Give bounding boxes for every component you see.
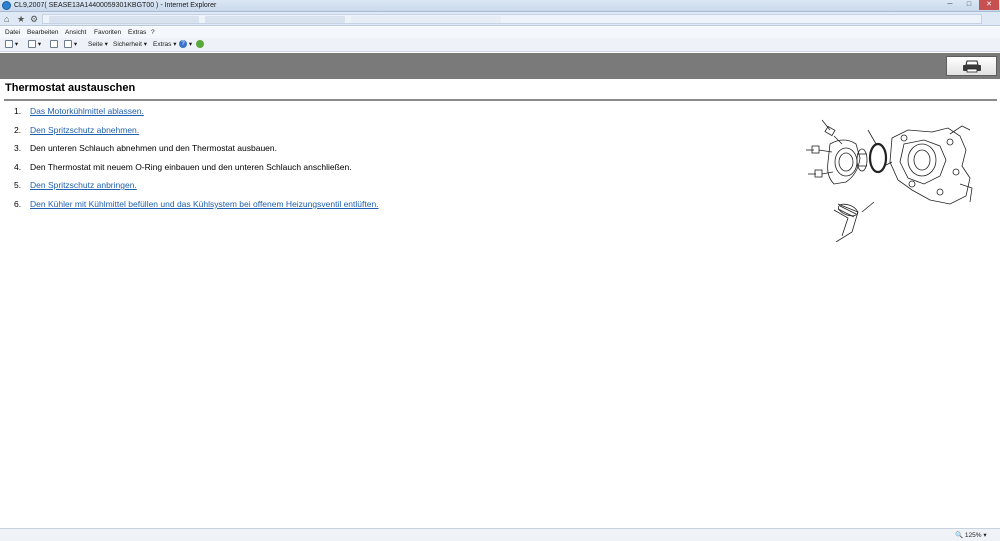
favorites-star-icon[interactable]: ★ — [17, 14, 25, 24]
mail-button[interactable] — [50, 40, 58, 50]
step-link-spritzschutz-abnehmen[interactable]: Den Spritzschutz abnehmen. — [30, 125, 139, 135]
step-number: 6. — [14, 199, 22, 209]
command-bar: ▾ ▾ ▾ Seite ▾ Sicherheit ▾ Extras ▾ ? ▾ — [0, 38, 1000, 52]
list-item: 3. Den unteren Schlauch abnehmen und den … — [14, 143, 277, 154]
addon-button[interactable] — [196, 40, 204, 50]
page-title: Thermostat austauschen — [5, 82, 136, 94]
help-icon: ? — [179, 40, 187, 49]
title-divider — [4, 99, 997, 101]
document-header-bar — [0, 53, 1000, 79]
tab-2[interactable] — [205, 16, 345, 23]
step-number: 3. — [14, 143, 22, 153]
step-number: 5. — [14, 180, 22, 190]
zoom-level[interactable]: 🔍 125% ▾ — [955, 530, 987, 541]
window-title: CL9,2007( SEASE13A14400059301KBGT00 ) - … — [14, 2, 217, 9]
navigation-bar: ⌂ ★ ⚙ — [0, 12, 1000, 26]
thermostat-diagram — [806, 119, 973, 242]
page-icon — [5, 40, 13, 49]
minimize-button[interactable]: ─ — [941, 0, 959, 10]
feeds-button[interactable]: ▾ — [28, 40, 41, 50]
window-titlebar: CL9,2007( SEASE13A14400059301KBGT00 ) - … — [0, 0, 1000, 12]
list-item: 2. Den Spritzschutz abnehmen. — [14, 125, 139, 136]
step-text: Den unteren Schlauch abnehmen und den Th… — [30, 143, 277, 153]
extras-menu-button[interactable]: Extras ▾ — [153, 40, 177, 50]
tab-3[interactable] — [351, 16, 501, 23]
list-item: 1. Das Motorkühlmittel ablassen. — [14, 106, 144, 117]
status-bar: 🔍 125% ▾ — [0, 528, 1000, 541]
step-link-spritzschutz-anbringen[interactable]: Den Spritzschutz anbringen. — [30, 180, 137, 190]
maximize-button[interactable]: □ — [960, 0, 978, 10]
close-button[interactable]: ✕ — [979, 0, 999, 10]
step-text: Den Thermostat mit neuem O-Ring einbauen… — [30, 161, 352, 172]
addon-icon — [196, 40, 204, 49]
tab-strip — [42, 14, 982, 24]
menu-bearbeiten[interactable]: Bearbeiten — [27, 27, 58, 38]
menu-help[interactable]: ? — [151, 27, 155, 38]
internet-explorer-icon — [2, 1, 11, 10]
zoom-dropdown-icon: ▾ — [983, 532, 987, 539]
home-icon[interactable]: ⌂ — [4, 14, 9, 24]
menu-bar: Datei Bearbeiten Ansicht Favoriten Extra… — [0, 27, 1000, 38]
seite-menu-button[interactable]: Seite ▾ — [88, 40, 108, 50]
feed-icon — [28, 40, 36, 49]
menu-favoriten[interactable]: Favoriten — [94, 27, 121, 38]
printer-icon — [64, 40, 72, 49]
list-item: 5. Den Spritzschutz anbringen. — [14, 180, 137, 191]
printer-icon — [963, 60, 981, 73]
gear-icon[interactable]: ⚙ — [30, 14, 38, 24]
page-icon-button[interactable]: ▾ — [5, 40, 18, 50]
step-number: 1. — [14, 106, 22, 116]
help-menu-button[interactable]: ? ▾ — [179, 40, 192, 50]
tab-1[interactable] — [49, 16, 199, 23]
print-button[interactable] — [946, 56, 997, 76]
step-number: 4. — [14, 161, 22, 172]
menu-extras[interactable]: Extras — [128, 27, 146, 38]
menu-ansicht[interactable]: Ansicht — [65, 27, 86, 38]
print-toolbar-button[interactable]: ▾ — [64, 40, 77, 50]
step-number: 2. — [14, 124, 22, 135]
mail-icon — [50, 40, 58, 49]
zoom-value: 125% — [964, 532, 982, 539]
sicherheit-menu-button[interactable]: Sicherheit ▾ — [113, 40, 147, 50]
list-item: 4. Den Thermostat mit neuem O-Ring einbau… — [14, 162, 352, 173]
menu-datei[interactable]: Datei — [5, 27, 20, 38]
list-item: 6. Den Kühler mit Kühlmittel befüllen und… — [14, 199, 379, 210]
step-link-kuehlmittel-ablassen[interactable]: Das Motorkühlmittel ablassen. — [30, 106, 144, 116]
step-link-kuehler-befuellen[interactable]: Den Kühler mit Kühlmittel befüllen und d… — [30, 199, 379, 209]
